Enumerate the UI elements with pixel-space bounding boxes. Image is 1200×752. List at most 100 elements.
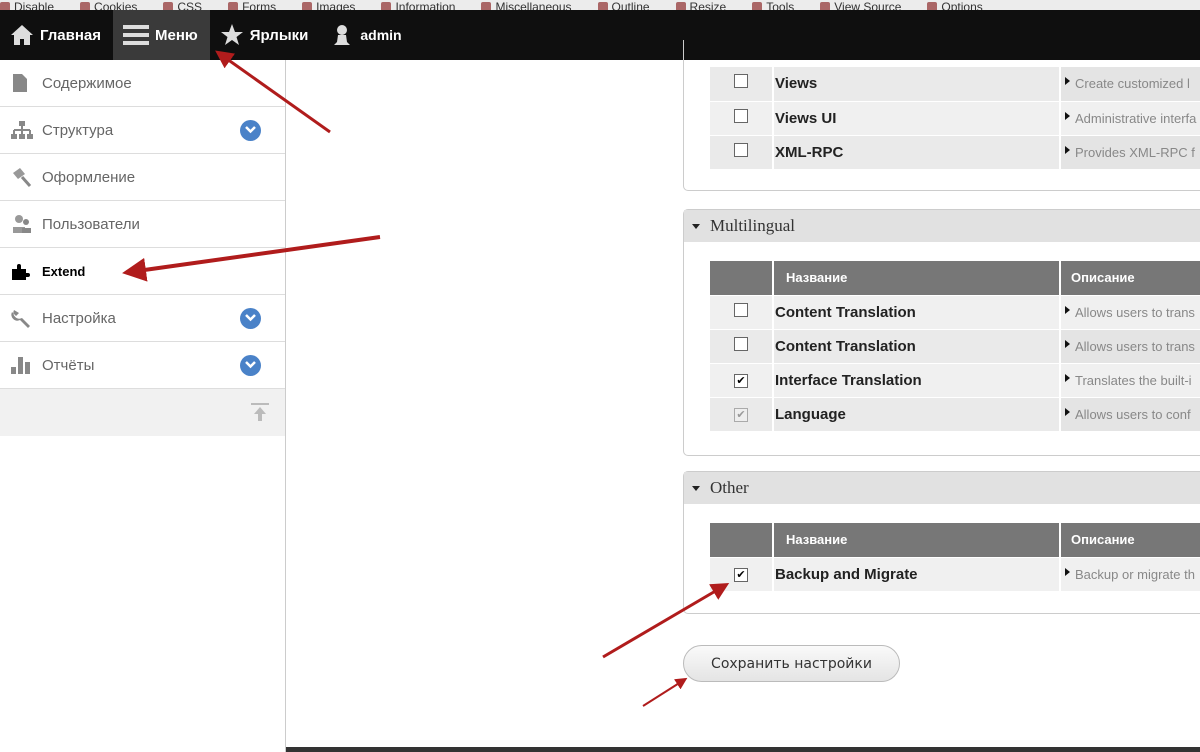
- sidebar-item-label: Отчёты: [42, 356, 95, 374]
- table-row: XML-RPC Provides XML-RPC f: [710, 135, 1200, 170]
- toolbar-user[interactable]: admin: [320, 10, 413, 60]
- devbar-item[interactable]: Cookies: [80, 0, 137, 10]
- users-icon: [10, 214, 34, 234]
- sidebar-item-5[interactable]: Настройка: [0, 295, 285, 342]
- table-header: Название Описание: [710, 523, 1200, 558]
- sidebar-item-0[interactable]: Содержимое: [0, 60, 285, 107]
- arrow-to-save: [642, 677, 688, 707]
- file-icon: [10, 73, 34, 93]
- paintbrush-icon: [10, 167, 34, 187]
- module-name: Interface Translation: [773, 363, 1061, 398]
- sidebar-item-label: Содержимое: [42, 74, 132, 92]
- home-icon: [11, 25, 33, 45]
- module-checkbox[interactable]: [734, 302, 748, 317]
- browser-dev-toolbar: Disable Cookies CSS Forms Images Information M…: [0, 0, 1200, 10]
- sidebar-item-3[interactable]: Пользователи: [0, 201, 285, 248]
- chevron-down-icon[interactable]: [240, 119, 261, 141]
- module-checkbox[interactable]: [734, 336, 748, 351]
- checkbox-cell: [710, 101, 774, 136]
- module-checkbox[interactable]: [734, 74, 748, 89]
- description-column-header: Описание: [1060, 523, 1200, 558]
- devbar-item[interactable]: Tools: [752, 0, 794, 10]
- user-icon: [334, 25, 351, 45]
- module-checkbox[interactable]: [734, 108, 748, 123]
- fieldset-legend[interactable]: Other: [684, 472, 1200, 504]
- table-row: ✔ Interface Translation Translates the bui…: [710, 363, 1200, 398]
- devbar-item[interactable]: Information: [381, 0, 455, 10]
- modules-table-other: Название Описание ✔ Backup and Migrate Backu…: [710, 523, 1200, 592]
- table-row: Views UI Administrative interfa: [710, 101, 1200, 136]
- fieldset-legend[interactable]: Multilingual: [684, 210, 1200, 242]
- sidebar-item-label: Extend: [42, 263, 86, 279]
- chevron-down-icon[interactable]: [240, 307, 261, 329]
- devbar-item[interactable]: View Source: [820, 0, 901, 10]
- user-label: admin: [360, 27, 402, 43]
- devbar-item[interactable]: Outline: [597, 0, 650, 10]
- module-description[interactable]: Allows users to trans: [1060, 329, 1200, 364]
- sidebar-item-label: Пользователи: [42, 215, 140, 233]
- menu-icon: [123, 25, 150, 45]
- checkbox-cell: [710, 329, 774, 364]
- devbar-item[interactable]: Forms: [228, 0, 276, 10]
- module-name: XML-RPC: [773, 135, 1061, 170]
- devbar-item[interactable]: Miscellaneous: [481, 0, 572, 10]
- devbar-item[interactable]: Disable: [0, 0, 54, 10]
- module-description[interactable]: Allows users to conf: [1060, 397, 1200, 432]
- table-row: Content Translation Allows users to trans: [710, 295, 1200, 330]
- checkbox-cell: ✔: [710, 363, 774, 398]
- sidebar-footer: [0, 389, 285, 436]
- checkbox-cell: ✔: [710, 397, 774, 432]
- sidebar-item-6[interactable]: Отчёты: [0, 342, 285, 389]
- module-description[interactable]: Create customized l: [1060, 67, 1200, 102]
- star-icon: [220, 24, 243, 45]
- checkbox-cell: [710, 135, 774, 170]
- module-description[interactable]: Allows users to trans: [1060, 295, 1200, 330]
- module-description[interactable]: Provides XML-RPC f: [1060, 135, 1200, 170]
- bar-chart-icon: [10, 355, 34, 375]
- menu-label: Меню: [155, 26, 198, 44]
- module-checkbox[interactable]: [734, 142, 748, 157]
- toolbar-home[interactable]: Главная: [0, 10, 113, 60]
- name-column-header: Название: [773, 523, 1061, 558]
- devbar-item[interactable]: Images: [302, 0, 355, 10]
- sidebar-item-label: Структура: [42, 121, 114, 139]
- sidebar-item-label: Оформление: [42, 168, 136, 186]
- sidebar-item-4[interactable]: Extend: [0, 248, 285, 295]
- table-row: Content Translation Allows users to trans: [710, 329, 1200, 364]
- puzzle-icon: [10, 261, 34, 281]
- toolbar-menu[interactable]: Меню: [113, 10, 210, 60]
- sidebar-item-label: Настройка: [42, 309, 116, 327]
- module-description[interactable]: Translates the built-i: [1060, 363, 1200, 398]
- module-name: Content Translation: [773, 295, 1061, 330]
- sidebar-item-1[interactable]: Структура: [0, 107, 285, 154]
- devbar-item[interactable]: Resize: [675, 0, 726, 10]
- sidebar-item-2[interactable]: Оформление: [0, 154, 285, 201]
- checkbox-cell: ✔: [710, 557, 774, 592]
- sitemap-icon: [10, 120, 34, 140]
- chevron-down-icon[interactable]: [240, 354, 261, 376]
- module-name: Content Translation: [773, 329, 1061, 364]
- home-label: Главная: [40, 26, 102, 44]
- table-header: Название Описание: [710, 261, 1200, 296]
- toolbar-shortcuts[interactable]: Ярлыки: [210, 10, 321, 60]
- save-settings-button[interactable]: Сохранить настройки: [683, 645, 900, 682]
- modules-table-top: Views Create customized l Views UI Administ…: [710, 67, 1200, 170]
- modules-table-multilingual: Название Описание Content Translation Allow…: [710, 261, 1200, 432]
- devbar-item[interactable]: CSS: [163, 0, 202, 10]
- description-column-header: Описание: [1060, 261, 1200, 296]
- bottom-border: [286, 747, 1200, 752]
- module-name: Language: [773, 397, 1061, 432]
- module-checkbox[interactable]: ✔: [734, 568, 748, 582]
- checkbox-column-header: [710, 261, 774, 296]
- module-checkbox: ✔: [734, 408, 748, 422]
- shortcuts-label: Ярлыки: [249, 26, 309, 44]
- collapse-orientation-icon[interactable]: [251, 403, 269, 423]
- module-name: Views UI: [773, 101, 1061, 136]
- devbar-item[interactable]: Options: [927, 0, 983, 10]
- table-row: Views Create customized l: [710, 67, 1200, 102]
- module-checkbox[interactable]: ✔: [734, 374, 748, 388]
- checkbox-column-header: [710, 523, 774, 558]
- module-description[interactable]: Backup or migrate th: [1060, 557, 1200, 592]
- admin-sidebar: Содержимое Структура Оформление Пользовател…: [0, 60, 286, 752]
- module-description[interactable]: Administrative interfa: [1060, 101, 1200, 136]
